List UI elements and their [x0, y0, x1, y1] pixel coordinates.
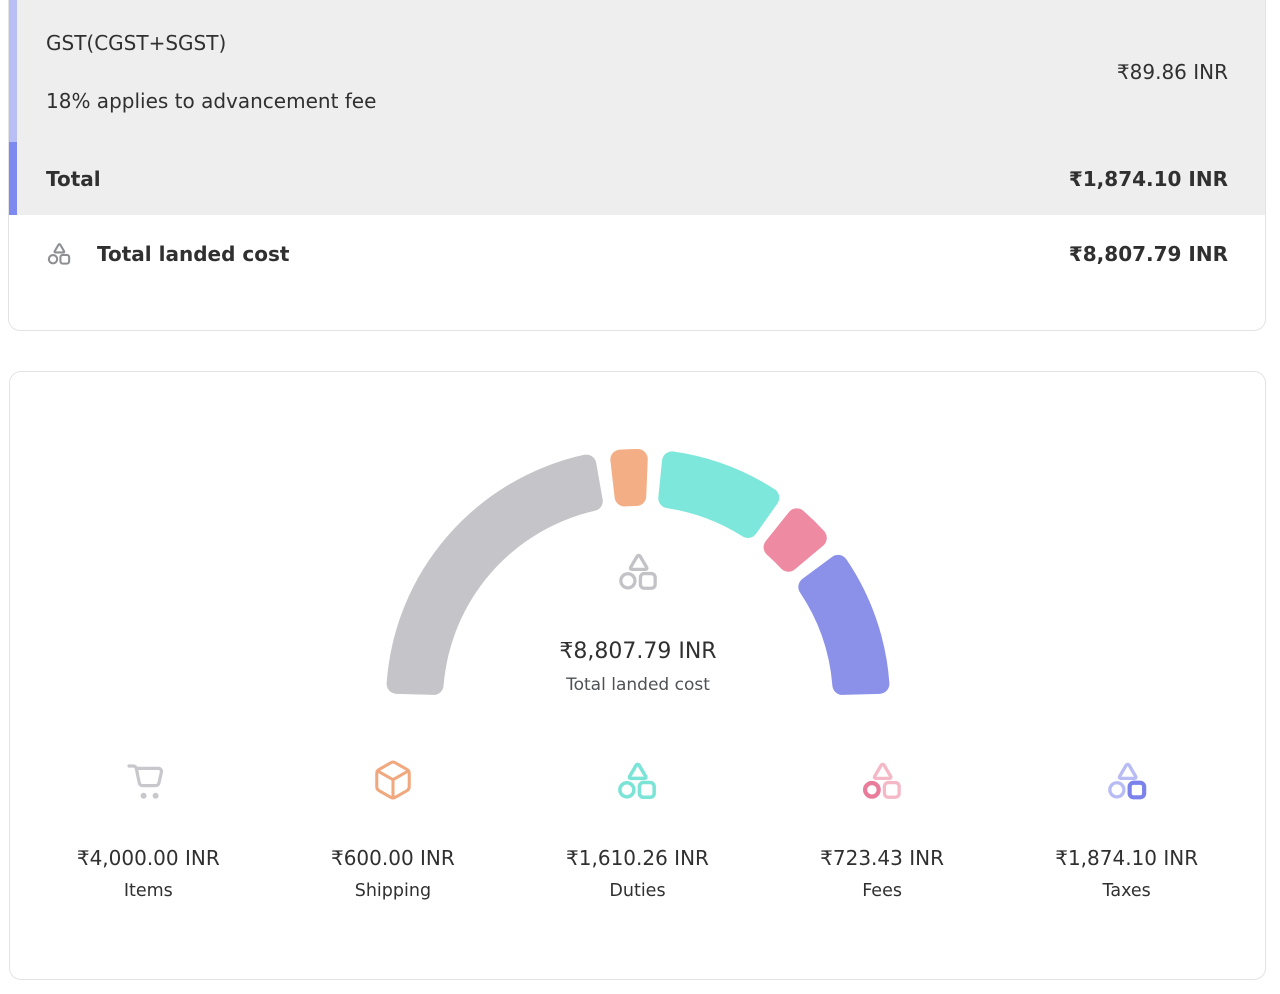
legend-amount: ₹1,610.26 INR	[515, 846, 760, 870]
total-landed-cost-row: Total landed cost ₹8,807.79 INR	[9, 215, 1265, 267]
legend-amount: ₹1,874.10 INR	[1004, 846, 1249, 870]
legend-item-fees: ₹723.43 INR Fees	[760, 757, 1005, 902]
landed-cost-chart-card: ₹8,807.79 INR Total landed cost	[9, 371, 1266, 980]
chart-legend: ₹4,000.00 INR Items ₹600.00 INR Shipping	[26, 757, 1249, 902]
gauge-segment-duties	[658, 451, 779, 538]
legend-amount: ₹600.00 INR	[271, 846, 516, 870]
legend-item-shipping: ₹600.00 INR Shipping	[271, 757, 516, 902]
legend-item-duties: ₹1,610.26 INR Duties	[515, 757, 760, 902]
tax-breakdown-section: GST(CGST+SGST) 18% applies to advancemen…	[9, 0, 1265, 215]
legend-item-taxes: ₹1,874.10 INR Taxes	[1004, 757, 1249, 902]
gst-row-accent-strip	[9, 0, 17, 142]
total-row-accent-strip	[9, 142, 17, 215]
landed-cost-amount: ₹8,807.79 INR	[1069, 242, 1228, 266]
shapes-icon	[46, 241, 72, 267]
gst-note: 18% applies to advancement fee	[46, 89, 376, 113]
gauge-center: ₹8,807.79 INR Total landed cost	[488, 551, 788, 695]
legend-label: Taxes	[1004, 881, 1249, 902]
shapes-icon	[515, 757, 760, 805]
total-amount: ₹1,874.10 INR	[1069, 167, 1228, 191]
package-icon	[271, 757, 516, 805]
legend-amount: ₹4,000.00 INR	[26, 846, 271, 870]
gst-row-text: GST(CGST+SGST) 18% applies to advancemen…	[46, 31, 376, 113]
legend-item-items: ₹4,000.00 INR Items	[26, 757, 271, 902]
cost-summary-card: GST(CGST+SGST) 18% applies to advancemen…	[8, 0, 1266, 331]
legend-label: Shipping	[271, 881, 516, 902]
legend-label: Items	[26, 881, 271, 902]
shapes-icon	[760, 757, 1005, 805]
gauge-center-value: ₹8,807.79 INR	[488, 639, 788, 665]
gauge-center-label: Total landed cost	[488, 675, 788, 695]
total-row: Total ₹1,874.10 INR	[9, 143, 1265, 215]
legend-label: Fees	[760, 881, 1005, 902]
gauge-segment-shipping	[610, 449, 647, 506]
gst-amount: ₹89.86 INR	[1117, 60, 1228, 84]
total-label: Total	[46, 167, 101, 191]
cart-icon	[26, 757, 271, 805]
gst-row: GST(CGST+SGST) 18% applies to advancemen…	[9, 0, 1265, 143]
shapes-icon	[1004, 757, 1249, 805]
legend-label: Duties	[515, 881, 760, 902]
landed-cost-label: Total landed cost	[97, 242, 289, 266]
gst-label: GST(CGST+SGST)	[46, 31, 376, 55]
gauge-segment-taxes	[798, 555, 889, 695]
landed-cost-page: GST(CGST+SGST) 18% applies to advancemen…	[0, 0, 1280, 994]
shapes-icon	[616, 578, 660, 597]
legend-amount: ₹723.43 INR	[760, 846, 1005, 870]
